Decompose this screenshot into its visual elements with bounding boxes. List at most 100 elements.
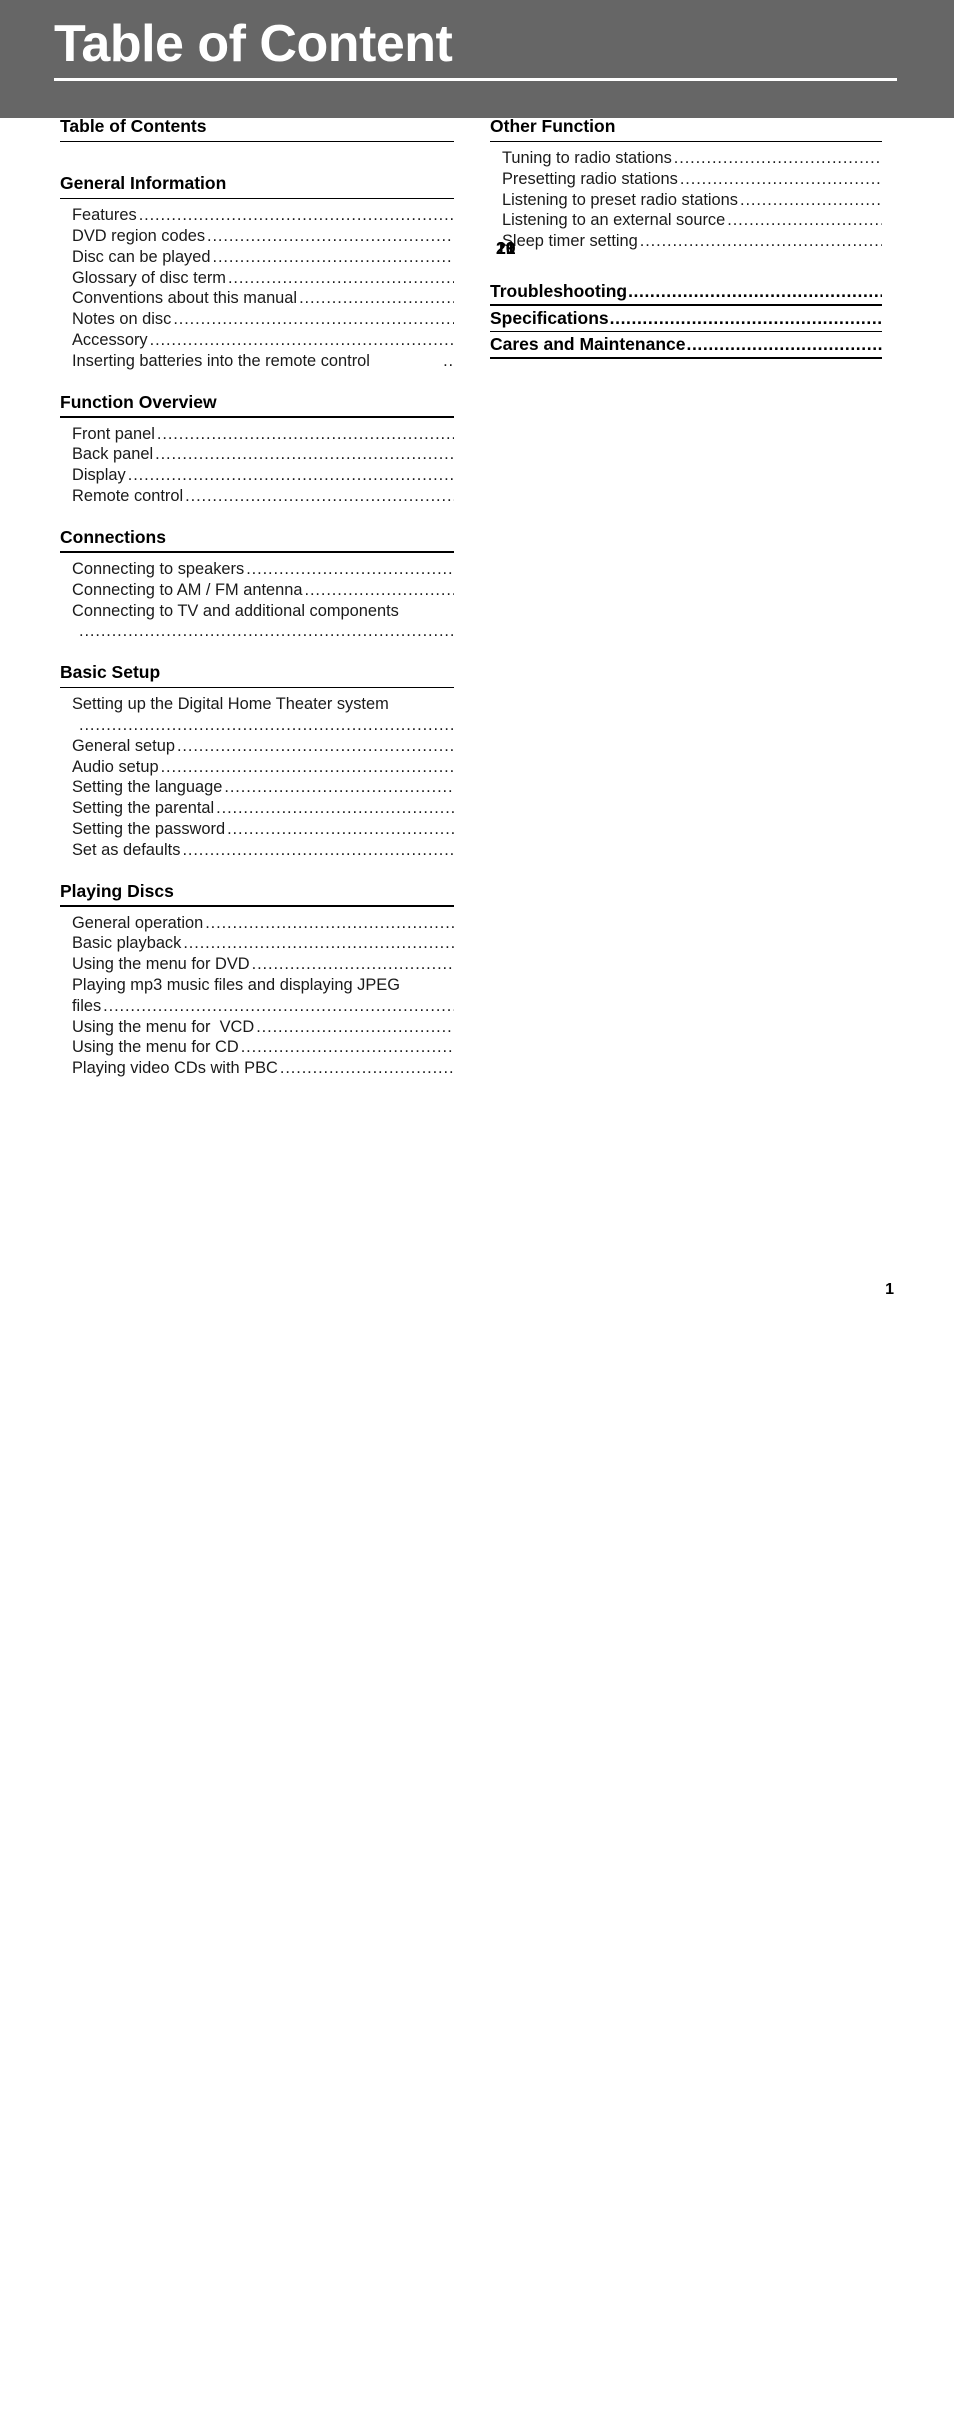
toc-entry-label: DVD region codes [72, 226, 206, 245]
toc-section: Playing DiscsGeneral operation13Basic pl… [60, 882, 454, 1079]
page-body: Table of Contents General Information Feat… [0, 116, 954, 1351]
toc-entry-label: Playing mp3 music files and displaying J… [72, 976, 400, 995]
dot-leader [128, 465, 454, 486]
dot-leader [182, 840, 454, 861]
toc-entry-row: DVD region codes2 [72, 226, 454, 247]
folio-page-number: 1 [885, 1281, 894, 1298]
toc-entry-row: Front panel4 [72, 424, 454, 445]
toc-entry-row: Basic playback13 [72, 933, 454, 954]
toc-entry-row: Accessory3 [72, 330, 454, 351]
toc-entry-leader-row: files15 [72, 996, 454, 1017]
toc-entry-row: Using the menu for VCD16 [72, 1017, 454, 1038]
dot-leader [79, 621, 454, 642]
toc-entry-label: Using the menu for CD [72, 1038, 239, 1057]
toc-entry: Set as defaults12 [72, 840, 454, 861]
toc-entry: Audio setup11 [72, 757, 454, 778]
toc-entry-label: Tuning to radio stations [502, 149, 672, 168]
dot-leader [246, 559, 454, 580]
toc-entry-row: General operation13 [72, 913, 454, 934]
dot-leader [185, 486, 454, 507]
toc-entry-label: Basic playback [72, 934, 182, 953]
toc-entry: Accessory3 [72, 330, 454, 351]
toc-section-divider [60, 197, 454, 200]
toc-entry: Playing video CDs with PBC17 [72, 1058, 454, 1079]
toc-entry: General operation13 [72, 913, 454, 934]
dot-leader [680, 169, 882, 190]
toc-entry: Setting up the Digital Home Theater syst… [72, 694, 454, 736]
toc-entry-row: Setting the language12 [72, 777, 454, 798]
toc-entry-label: Disc can be played [72, 247, 211, 266]
toc-entry: Presetting radio stations18 [502, 169, 882, 190]
toc-entry-label: Display [72, 466, 126, 485]
toc-entry-label: Remote control [72, 487, 184, 506]
dot-leader [727, 210, 882, 231]
toc-entry: Connecting to speakers7 [72, 559, 454, 580]
toc-left-column: Table of Contents General Information Feat… [60, 116, 454, 1079]
toc-entry-label: Setting up the Digital Home Theater syst… [72, 695, 389, 714]
dot-leader [150, 330, 454, 351]
toc-entry-row: Playing video CDs with PBC17 [72, 1058, 454, 1079]
page-title: Table of Content [54, 15, 453, 73]
dot-leader [173, 309, 454, 330]
toc-entry-row: Using the menu for CD17 [72, 1037, 454, 1058]
toc-entry-row: Conventions about this manual2 [72, 288, 454, 309]
toc-entry-row: Connecting to AM / FM antenna7 [72, 580, 454, 601]
toc-entry-label: Setting the password [72, 820, 226, 838]
toc-entry-label: Using the menu for DVD [72, 955, 250, 974]
toc-entry-label-continued: files [72, 996, 102, 1015]
toc-entry-label: Front panel [72, 424, 155, 443]
dot-leader [224, 777, 454, 798]
dot-leader [157, 424, 454, 445]
toc-entry: Inserting batteries into the remote cont… [72, 351, 454, 372]
toc-entry: Using the menu for DVD13 [72, 954, 454, 975]
toc-entry-label: Back panel [72, 445, 154, 464]
toc-entry-label: Using the menu for VCD [72, 1017, 255, 1036]
toc-section: Other Function Tuning to radio stations18… [490, 117, 882, 252]
dot-leader [216, 798, 454, 819]
toc-entry: Remote control6 [72, 486, 454, 507]
toc-entry-row: Listening to an external source18 [502, 210, 882, 231]
dot-leader [155, 444, 454, 465]
toc-entry: Glossary of disc term2 [72, 268, 454, 289]
toc-main-heading: Table of Contents [60, 116, 207, 136]
toc-entry-row: Set as defaults12 [72, 840, 454, 861]
header-divider [54, 78, 897, 81]
toc-entry-row: Glossary of disc term2 [72, 268, 454, 289]
toc-section-divider [490, 140, 882, 143]
toc-entry-label: Setting the language [72, 778, 223, 797]
toc-entry-label: Glossary of disc term [72, 268, 226, 287]
toc-entry-list: Front panel4Back panel4Display5Remote co… [60, 424, 454, 507]
dot-leader [256, 1017, 454, 1038]
toc-entry-row: Listening to preset radio stations18 [502, 190, 882, 211]
toc-entry: Front panel4 [72, 424, 454, 445]
toc-entry: Using the menu for CD17 [72, 1037, 454, 1058]
toc-top-level-entry-row: Cares and Maintenance21 [490, 238, 882, 357]
toc-top-level-entry: Cares and Maintenance21 [490, 238, 882, 359]
toc-entry: Using the menu for VCD16 [72, 1017, 454, 1038]
dot-leader [161, 757, 454, 778]
dot-leader [740, 190, 882, 211]
dot-leader [228, 268, 454, 289]
dot-leader [205, 913, 454, 934]
toc-entry: Setting the password12 [72, 819, 454, 840]
toc-entry-list: Connecting to speakers7Connecting to AM … [60, 559, 454, 642]
toc-entry-label: General setup [72, 736, 175, 755]
toc-entry: Setting the language12 [72, 777, 454, 798]
toc-entry-label: Listening to an external source [502, 211, 726, 230]
toc-entry: Display5 [72, 465, 454, 486]
toc-entry: Back panel4 [72, 444, 454, 465]
toc-entry-row: Presetting radio stations18 [502, 169, 882, 190]
dot-leader [177, 736, 454, 757]
toc-entry-row: Disc can be played2 [72, 247, 454, 268]
toc-entry-label: Inserting batteries into the remote cont… [72, 351, 370, 370]
dot-leader [443, 351, 454, 372]
toc-entry: General setup10 [72, 736, 454, 757]
toc-entry-label: Presetting radio stations [502, 169, 678, 188]
dot-leader [674, 148, 882, 169]
toc-entry-row: Using the menu for DVD13 [72, 954, 454, 975]
toc-entry-label: General operation [72, 913, 204, 932]
toc-entry: Basic playback13 [72, 933, 454, 954]
dot-leader [183, 933, 454, 954]
dot-leader [280, 1058, 454, 1079]
